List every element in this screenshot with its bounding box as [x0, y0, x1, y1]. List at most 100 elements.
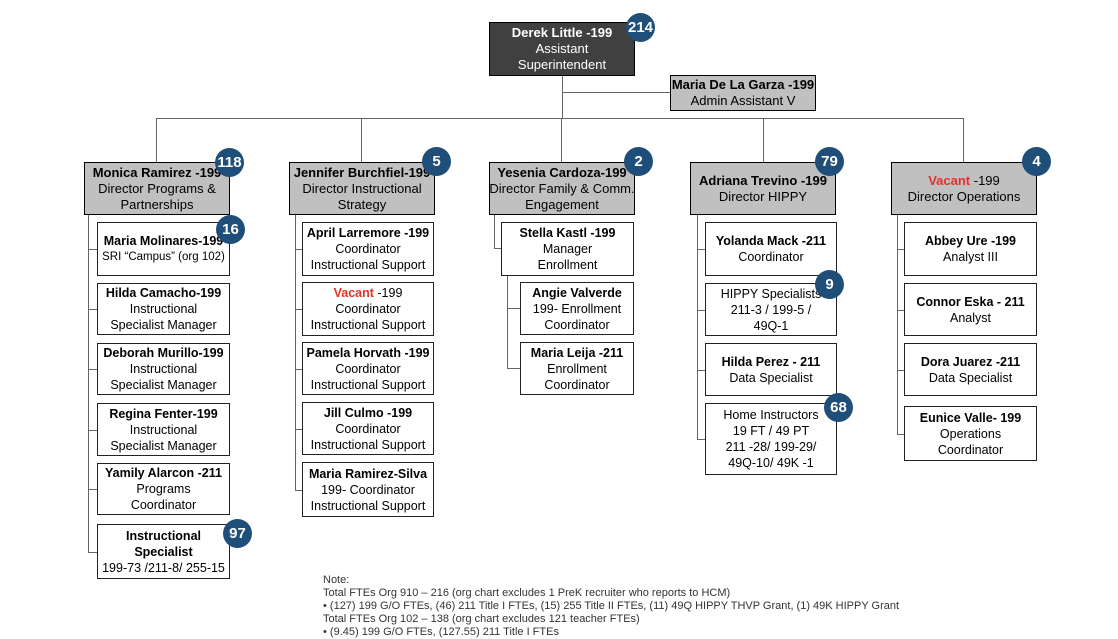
staff-box: Jill Culmo -199 Coordinator Instructional … [302, 402, 434, 455]
headcount-badge: 9 [815, 270, 844, 299]
staff-box: Maria Molinares-199 SRI “Campus” (org 102… [97, 222, 230, 276]
box-text-line: Enrollment [537, 258, 598, 272]
connector-line [88, 489, 97, 490]
staff-box: Vacant -199 Coordinator Instructional Supp… [302, 282, 434, 336]
box-text-line: Instructional [129, 422, 198, 437]
headcount-badge: 16 [216, 215, 245, 244]
box-text-line: 199-73 /211-8/ 255-15 [102, 560, 225, 575]
headcount-badge: 5 [422, 147, 451, 176]
box-text-line: Coordinator [738, 250, 804, 264]
staff-box: Connor Eska - 211 Analyst [904, 283, 1037, 336]
connector-line [562, 75, 563, 118]
box-text-line: Hilda Perez - 211 [721, 354, 821, 369]
staff-box: Hilda Camacho-199 Instructional Specialist… [97, 283, 230, 335]
connector-line [963, 118, 964, 162]
box-text-line: Connor Eska - 211 [916, 294, 1025, 309]
box-text-line: Deborah Murillo-199 [103, 346, 224, 360]
connector-line [295, 428, 302, 430]
connector-line [88, 215, 89, 552]
headcount-badge: 2 [624, 147, 653, 176]
box-text-line: Instructional [129, 302, 198, 316]
connector-line [507, 368, 520, 369]
connector-line [507, 276, 508, 368]
box-text-line: 49Q-1 [753, 318, 789, 333]
box-text-line: Programs [136, 482, 191, 496]
box-text-line: Engagement [525, 196, 599, 212]
note-line: Note: [323, 574, 350, 586]
box-text-line: Adriana Trevino -199 [699, 172, 827, 188]
box-text-line: 211-3 / 199-5 / [730, 302, 812, 317]
connector-line [295, 489, 302, 491]
connector-line [156, 118, 157, 162]
staff-box: Home Instructors 19 FT / 49 PT 211 -28/ 19… [705, 403, 837, 475]
box-text-line: Hilda Camacho-199 [105, 286, 222, 300]
staff-box: Dora Juarez -211 Data Specialist [904, 343, 1037, 396]
box-text-line: Analyst III [943, 250, 998, 264]
box-text-line: Instructional Support [310, 258, 426, 272]
box-text-line: Instructional Support [310, 318, 426, 332]
box-text-line: Regina Fenter-199 [109, 406, 218, 421]
staff-box: Stella Kastl -199 Manager Enrollment [501, 222, 634, 276]
box-text-line: Maria Ramirez-Silva [308, 466, 428, 481]
staff-box: Regina Fenter-199 Instructional Specialist… [97, 403, 230, 456]
box-text-line: Jill Culmo -199 [323, 405, 413, 420]
box-text-line: Coordinator [335, 361, 401, 376]
connector-line [494, 248, 501, 249]
box-text-line: Instructional [129, 362, 198, 376]
note-line: Total FTEs Org 910 – 216 (org chart excl… [323, 587, 731, 599]
headcount-badge: 214 [626, 13, 655, 42]
box-text-line: Analyst [950, 310, 991, 325]
admin-assistant-box: Maria De La Garza -199 Admin Assistant V [670, 75, 816, 111]
headcount-badge: 68 [824, 393, 853, 422]
headcount-badge: 79 [815, 147, 844, 176]
connector-line [562, 92, 670, 93]
box-text-line: Specialist Manager [110, 318, 217, 332]
box-text-line: Yamily Alarcon -211 [105, 466, 222, 480]
box-text-line: Coordinator [937, 442, 1004, 457]
staff-box: Hilda Perez - 211 Data Specialist [705, 343, 837, 396]
connector-line [897, 369, 904, 371]
connector-line [897, 433, 904, 435]
box-text-line: SRI “Campus” (org 102) [102, 251, 225, 263]
box-text-line: 49Q-10/ 49K -1 [728, 456, 814, 470]
note-line: • (127) 199 G/O FTEs, (46) 211 Title I F… [323, 600, 900, 612]
box-text-line: Specialist Manager [110, 438, 217, 453]
connector-line [156, 118, 963, 119]
assistant-superintendent-box: Derek Little -199 Assistant Superintendent [489, 22, 635, 76]
box-text-line: Manager [542, 242, 593, 256]
director-box: Monica Ramirez -199 Director Programs & Pa… [84, 162, 230, 215]
box-text-line: Dora Juarez -211 [920, 354, 1021, 369]
connector-line [295, 309, 302, 310]
connector-line [897, 249, 904, 250]
box-text-line: Derek Little -199 [511, 25, 613, 40]
box-text-line: Monica Ramirez -199 [92, 164, 222, 180]
vacant-label: Vacant [928, 172, 971, 188]
box-text-line: Yolanda Mack -211 [715, 234, 827, 248]
staff-box: Instructional Specialist 199-73 /211-8/ 25… [97, 524, 230, 579]
director-box: Jennifer Burchfiel-199 Director Instructi… [289, 162, 435, 215]
box-text-line: Abbey Ure -199 [924, 234, 1016, 248]
box-text-line: Instructional [125, 528, 201, 543]
box-text-line: 211 -28/ 199-29/ [725, 440, 817, 454]
box-text-line: Enrollment [547, 361, 607, 376]
connector-line [697, 439, 705, 440]
connector-line [494, 215, 495, 248]
connector-line [88, 249, 97, 250]
headcount-badge: 4 [1022, 147, 1051, 176]
box-text-line: Maria Leija -211 [530, 345, 624, 360]
box-text-line: Yesenia Cardoza-199 [497, 164, 627, 180]
box-text-line: Director Instructional [302, 180, 422, 196]
staff-box: Maria Leija -211 Enrollment Coordinator [520, 342, 634, 395]
box-text-line: Specialist Manager [110, 378, 217, 392]
connector-line [361, 118, 362, 162]
box-text-line: Director Family & Comm. [489, 180, 635, 196]
connector-line [88, 369, 97, 370]
vacant-label: Vacant [333, 286, 374, 300]
staff-box: Yamily Alarcon -211 Programs Coordinator [97, 463, 230, 515]
box-text-line: 199- Coordinator [321, 482, 415, 497]
box-text-line: Specialist [134, 544, 193, 559]
staff-box: April Larremore -199 Coordinator Instructi… [302, 222, 434, 276]
director-box: Vacant -199 Director Operations [891, 162, 1037, 215]
connector-line [697, 369, 705, 371]
box-text-line: Angie Valverde [532, 285, 622, 300]
